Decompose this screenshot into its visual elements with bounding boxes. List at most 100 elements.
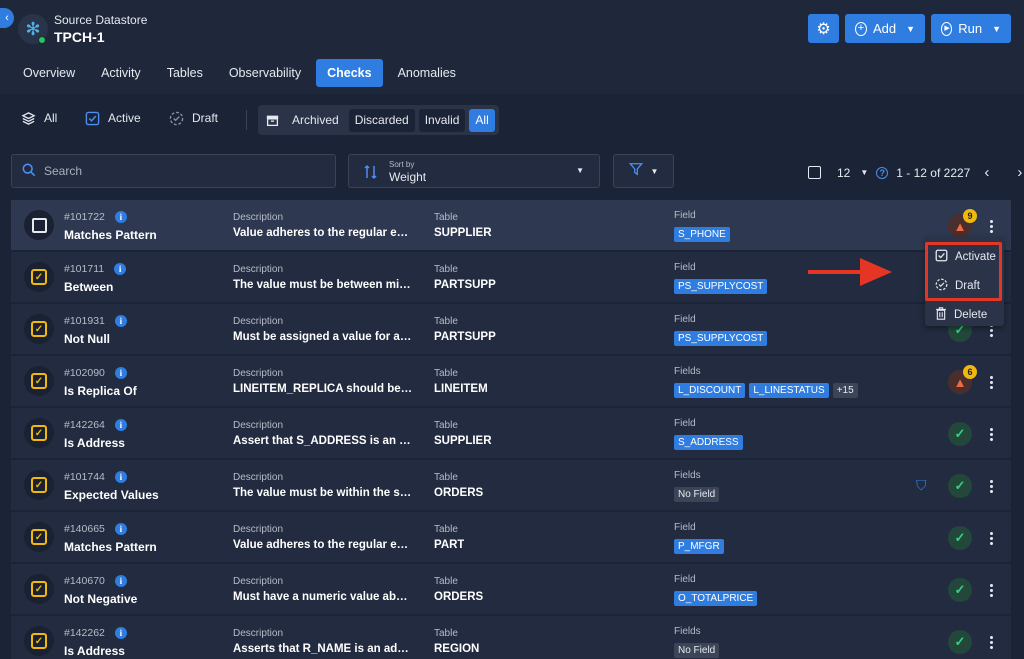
- per-page-select[interactable]: 12 ▼: [837, 166, 868, 180]
- check-status-icon: ✓: [24, 522, 54, 552]
- anomaly-warning-icon[interactable]: ▲ 6: [948, 365, 977, 394]
- check-id-line: #101931 i: [64, 315, 127, 327]
- tab-activity[interactable]: Activity: [90, 59, 152, 87]
- table-label: Table: [434, 524, 458, 535]
- table-value: LINEITEM: [434, 383, 488, 395]
- info-icon[interactable]: i: [114, 367, 127, 379]
- select-all-checkbox[interactable]: [808, 166, 821, 179]
- filter-button[interactable]: ▼: [613, 154, 674, 188]
- segment-discarded[interactable]: Discarded: [348, 108, 415, 132]
- run-button[interactable]: ▶ Run ▼: [931, 14, 1011, 43]
- table-label: Table: [434, 576, 458, 587]
- more-actions-icon[interactable]: [983, 370, 999, 394]
- field-tags: No Field: [674, 487, 720, 502]
- tab-checks[interactable]: Checks: [316, 59, 383, 87]
- active-check-icon: ✓: [31, 529, 47, 545]
- field-tag[interactable]: S_ADDRESS: [674, 435, 743, 450]
- segment-invalid[interactable]: Invalid: [418, 108, 466, 132]
- table-label: Table: [434, 264, 458, 275]
- prev-page-icon[interactable]: ‹: [984, 164, 989, 181]
- description-value: Assert that S_ADDRESS is an add...: [233, 435, 413, 447]
- passed-check-icon[interactable]: ✓: [948, 578, 972, 602]
- table-label: Table: [434, 472, 458, 483]
- filter-all-label: All: [44, 111, 58, 125]
- segment-all[interactable]: All: [469, 108, 495, 132]
- passed-check-icon[interactable]: ✓: [948, 422, 972, 446]
- table-value: REGION: [434, 643, 480, 655]
- check-id: #101722: [64, 211, 105, 223]
- more-fields-badge[interactable]: +15: [832, 383, 858, 398]
- tab-observability[interactable]: Observability: [218, 59, 312, 87]
- field-tag[interactable]: S_PHONE: [674, 227, 730, 242]
- settings-button[interactable]: ⚙: [808, 14, 839, 43]
- check-row[interactable]: ✓ #102090 i Is Replica Of Description LINEITE…: [11, 356, 1011, 407]
- more-actions-icon[interactable]: [983, 214, 999, 238]
- add-button[interactable]: + Add ▼: [845, 14, 925, 43]
- info-icon[interactable]: i: [114, 419, 127, 431]
- check-row[interactable]: ✓ #101744 i Expected Values Description The v…: [11, 460, 1011, 511]
- active-check-icon: ✓: [31, 321, 47, 337]
- info-icon[interactable]: i: [114, 315, 127, 327]
- field-tag[interactable]: O_TOTALPRICE: [674, 591, 758, 606]
- info-icon[interactable]: i: [114, 471, 127, 483]
- description-label: Description: [233, 576, 284, 587]
- info-icon[interactable]: i: [114, 263, 127, 275]
- chevron-down-icon: ▼: [576, 166, 584, 175]
- passed-check-icon[interactable]: ✓: [948, 474, 972, 498]
- field-label: Field: [674, 314, 696, 325]
- field-tag[interactable]: L_LINESTATUS: [749, 383, 829, 398]
- per-page-value: 12: [837, 165, 851, 180]
- menu-delete[interactable]: Delete: [935, 307, 987, 323]
- check-row[interactable]: ✓ #142264 i Is Address Description Assert tha…: [11, 408, 1011, 459]
- check-row[interactable]: ✓ #142262 i Is Address Description Asserts th…: [11, 616, 1011, 659]
- filter-applied-icon[interactable]: ⛉: [916, 477, 927, 494]
- passed-check-icon[interactable]: ✓: [948, 526, 972, 550]
- check-id-line: #101744 i: [64, 471, 127, 483]
- check-name: Not Negative: [64, 592, 138, 606]
- active-check-icon: ✓: [31, 477, 47, 493]
- field-tag[interactable]: L_DISCOUNT: [674, 383, 746, 398]
- info-icon[interactable]: i: [114, 211, 127, 223]
- info-icon[interactable]: i: [114, 627, 127, 639]
- datastore-tabs: Overview Activity Tables Observability C…: [12, 59, 467, 87]
- check-row[interactable]: ✓ #140670 i Not Negative Description Must hav…: [11, 564, 1011, 615]
- search-input[interactable]: Search: [11, 154, 336, 188]
- filter-active[interactable]: Active: [84, 110, 141, 126]
- info-icon[interactable]: i: [114, 575, 127, 587]
- check-id: #102090: [64, 367, 105, 379]
- tab-tables[interactable]: Tables: [156, 59, 214, 87]
- anomaly-warning-icon[interactable]: ▲ 9: [948, 209, 977, 238]
- help-icon[interactable]: ?: [876, 166, 889, 179]
- filter-all[interactable]: All: [20, 110, 57, 126]
- field-tag[interactable]: P_MFGR: [674, 539, 724, 554]
- check-row[interactable]: ✓ #101931 i Not Null Description Must be assi…: [11, 304, 1011, 355]
- row-checkbox[interactable]: [31, 217, 47, 233]
- next-page-icon[interactable]: ›: [1017, 164, 1022, 181]
- field-tag[interactable]: PS_SUPPLYCOST: [674, 331, 768, 346]
- check-id: #142262: [64, 627, 105, 639]
- more-actions-icon[interactable]: [983, 630, 999, 654]
- connection-status-dot: [38, 36, 46, 44]
- segment-archived[interactable]: Archived: [286, 109, 345, 132]
- status-filter-bar: All Active Draft Archived Discarded Inva…: [0, 100, 1024, 140]
- more-actions-icon[interactable]: [983, 578, 999, 602]
- passed-check-icon[interactable]: ✓: [948, 630, 972, 654]
- table-value: PARTSUPP: [434, 331, 496, 343]
- more-actions-icon[interactable]: [983, 474, 999, 498]
- check-row[interactable]: ✓ #140665 i Matches Pattern Description Value…: [11, 512, 1011, 563]
- field-tag[interactable]: PS_SUPPLYCOST: [674, 279, 768, 294]
- description-value: Must be assigned a value for at le...: [233, 331, 413, 343]
- check-status-icon: ✓: [24, 574, 54, 604]
- sort-select[interactable]: Sort by Weight ▼: [348, 154, 600, 188]
- info-icon[interactable]: i: [114, 523, 127, 535]
- check-status-icon: [24, 210, 54, 240]
- description-value: Value adheres to the regular expr...: [233, 227, 413, 239]
- check-row[interactable]: #101722 i Matches Pattern Description Value …: [11, 200, 1011, 251]
- tab-anomalies[interactable]: Anomalies: [387, 59, 467, 87]
- field-label: Fields: [674, 626, 701, 637]
- tab-overview[interactable]: Overview: [12, 59, 86, 87]
- more-actions-icon[interactable]: [983, 526, 999, 550]
- more-actions-icon[interactable]: [983, 422, 999, 446]
- check-status-icon: ✓: [24, 262, 54, 292]
- filter-draft[interactable]: Draft: [168, 110, 218, 126]
